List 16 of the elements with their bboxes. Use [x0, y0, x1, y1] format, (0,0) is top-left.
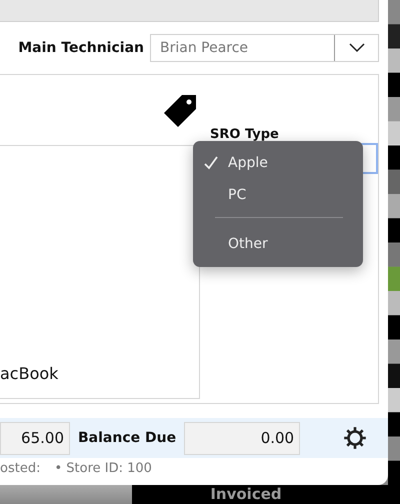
chevron-down-icon: [348, 43, 364, 53]
technician-label: Main Technician: [18, 40, 144, 56]
status-text: • Store ID: 100: [54, 460, 152, 476]
sro-type-label: SRO Type: [210, 127, 279, 142]
status-text: osted:: [0, 460, 40, 476]
balance-field: 0.00: [184, 422, 300, 454]
amount-field: 65.00: [0, 422, 70, 454]
menu-item[interactable]: Other: [193, 228, 363, 260]
menu-item[interactable]: PC: [193, 179, 363, 211]
settings-icon[interactable]: [342, 425, 368, 451]
status-label: Invoiced: [210, 485, 282, 504]
balance-label: Balance Due: [78, 430, 176, 446]
device-text: acBook: [0, 364, 58, 383]
menu-item[interactable]: Apple: [193, 147, 363, 179]
technician-select[interactable]: Brian Pearce: [150, 34, 379, 62]
tag-icon[interactable]: [162, 95, 196, 129]
